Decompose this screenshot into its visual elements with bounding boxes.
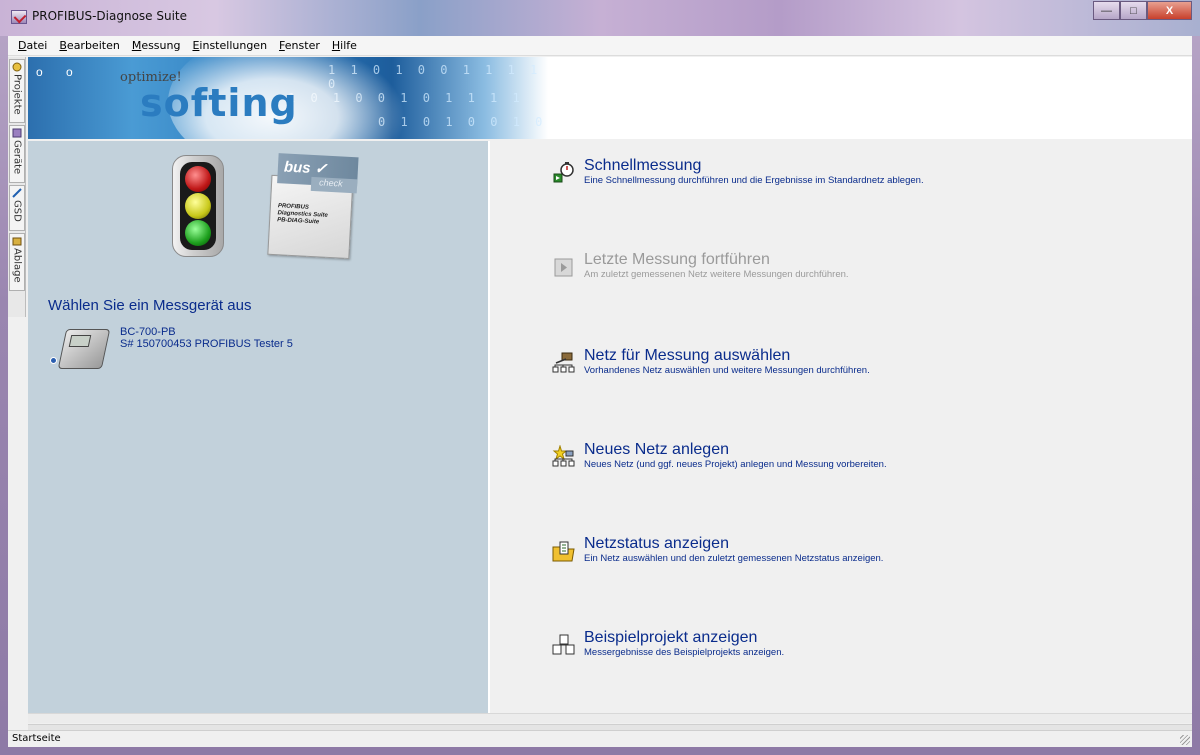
action-neues-netz[interactable]: Neues Netz anlegen Neues Netz (und ggf. … <box>552 441 1172 473</box>
action-schnellmessung[interactable]: Schnellmessung Eine Schnellmessung durch… <box>552 157 1172 189</box>
header-banner: o o 1 1 0 1 0 0 1 1 1 1 0 1 0 1 0 0 1 0 … <box>28 57 1192 139</box>
devices-icon <box>12 128 22 138</box>
storage-icon <box>12 237 22 246</box>
app-icon <box>11 10 27 24</box>
sample-project-icon <box>552 634 575 655</box>
menu-fenster[interactable]: Fenster <box>273 39 326 52</box>
window-controls: — □ X <box>1093 1 1192 21</box>
tab-ablage[interactable]: Ablage <box>9 233 25 291</box>
action-netzstatus[interactable]: Netzstatus anzeigen Ein Netz auswählen u… <box>552 535 1172 567</box>
brand-logo: softing <box>140 81 298 125</box>
menu-messung[interactable]: Messung <box>126 39 187 52</box>
actions-panel: Schnellmessung Eine Schnellmessung durch… <box>492 141 1192 723</box>
action-beispielprojekt[interactable]: Beispielprojekt anzeigen Messergebnisse … <box>552 629 1172 661</box>
action-letzte-messung[interactable]: Letzte Messung fortführen Am zuletzt gem… <box>552 251 1172 283</box>
device-panel: bus ✓ check PROFIBUS Diagnostics Suite P… <box>28 141 490 723</box>
resize-grip-icon[interactable] <box>1180 735 1190 745</box>
gsd-icon <box>12 188 22 198</box>
traffic-light-icon <box>172 155 224 257</box>
network-select-icon <box>552 352 575 373</box>
status-bar: Startseite <box>8 730 1192 747</box>
application-window: PROFIBUS-Diagnose Suite — □ X Datei Bear… <box>0 0 1200 755</box>
choose-device-heading: Wählen Sie ein Messgerät aus <box>48 297 252 314</box>
side-tab-bar: Projekte Geräte GSD Ablage <box>8 57 26 317</box>
tab-projekte[interactable]: Projekte <box>9 59 25 123</box>
menu-bearbeiten[interactable]: Bearbeiten <box>53 39 125 52</box>
menu-bar: Datei Bearbeiten Messung Einstellungen F… <box>8 36 1192 56</box>
menu-hilfe[interactable]: Hilfe <box>326 39 363 52</box>
maximize-button[interactable]: □ <box>1120 1 1147 20</box>
menu-einstellungen[interactable]: Einstellungen <box>186 39 273 52</box>
client-area: Datei Bearbeiten Messung Einstellungen F… <box>8 36 1192 747</box>
softing-logo-banner: o o 1 1 0 1 0 0 1 1 1 1 0 1 0 1 0 0 1 0 … <box>28 57 548 139</box>
stopwatch-network-icon <box>553 162 574 183</box>
title-bar[interactable]: PROFIBUS-Diagnose Suite — □ X <box>0 0 1200 36</box>
device-serial[interactable]: S# 150700453 PROFIBUS Tester 5 <box>120 338 293 350</box>
tab-geraete[interactable]: Geräte <box>9 125 25 183</box>
menu-datei[interactable]: Datei <box>12 39 53 52</box>
play-icon <box>554 258 573 277</box>
bus-check-product-image: bus ✓ check PROFIBUS Diagnostics Suite P… <box>259 152 364 260</box>
window-title: PROFIBUS-Diagnose Suite <box>32 9 188 23</box>
close-button[interactable]: X <box>1147 1 1192 20</box>
projects-icon <box>12 62 22 72</box>
horizontal-scrollbar[interactable] <box>28 713 1192 723</box>
status-text: Startseite <box>12 733 61 744</box>
device-name[interactable]: BC-700-PB <box>120 326 176 338</box>
tab-gsd[interactable]: GSD <box>9 185 25 231</box>
minimize-button[interactable]: — <box>1093 1 1120 20</box>
action-netz-auswaehlen[interactable]: Netz für Messung auswählen Vorhandenes N… <box>552 347 1172 379</box>
new-network-icon <box>552 445 575 467</box>
device-radio-icon[interactable] <box>50 357 57 364</box>
folder-status-icon <box>552 541 575 562</box>
